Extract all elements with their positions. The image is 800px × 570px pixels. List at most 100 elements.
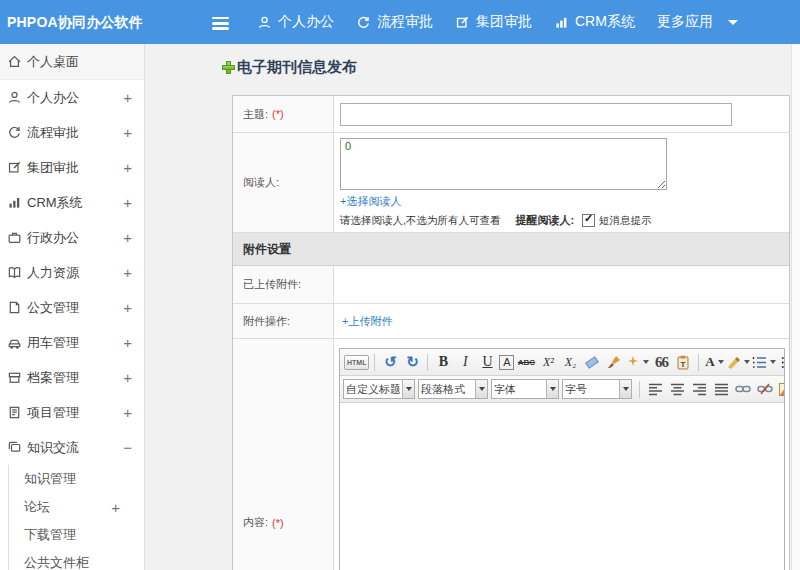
sidebar-subitem-knowledge-mgmt[interactable]: 知识管理 <box>9 465 144 493</box>
readers-textarea[interactable]: 0 <box>340 138 667 190</box>
sidebar: 个人桌面 个人办公 + 流程审批 + 集团审批 + CRM系统 + 行政办公 +… <box>0 44 145 570</box>
content-row: 内容: (*) HTML ↺ ↻ B I U A <box>233 339 789 570</box>
subject-label: 主题: <box>243 107 268 122</box>
uploaded-attachments-value <box>334 266 789 303</box>
book-icon <box>7 265 22 280</box>
nav-crm-system[interactable]: CRM系统 <box>543 0 646 44</box>
sidebar-item-project-mgmt[interactable]: 项目管理 + <box>0 395 144 430</box>
expand-plus-icon[interactable]: + <box>123 334 132 351</box>
collapse-minus-icon[interactable]: − <box>123 439 132 456</box>
italic-button[interactable]: I <box>455 351 475 373</box>
highlight-pen-icon[interactable] <box>726 351 750 373</box>
top-nav: 个人办公 流程审批 集团审批 CRM系统 更多应用 <box>246 0 749 44</box>
image-icon[interactable] <box>777 378 784 400</box>
content-label: 内容: <box>243 515 268 530</box>
bold-button[interactable]: B <box>433 351 453 373</box>
font-style-button[interactable]: A <box>499 355 514 370</box>
subscript-button[interactable]: X₂ <box>560 351 580 373</box>
page-title: 电子期刊信息发布 <box>222 58 357 77</box>
link-icon[interactable] <box>733 378 753 400</box>
sidebar-item-desktop[interactable]: 个人桌面 <box>0 44 144 80</box>
align-center-icon[interactable] <box>667 378 687 400</box>
sidebar-item-hr[interactable]: 人力资源 + <box>0 255 144 290</box>
font-color-button[interactable]: A <box>704 351 724 373</box>
attachment-ops-row: 附件操作: +上传附件 <box>233 304 789 339</box>
nav-workflow-approval[interactable]: 流程审批 <box>345 0 444 44</box>
sidebar-item-archive-mgmt[interactable]: 档案管理 + <box>0 360 144 395</box>
publish-form: 主题: (*) 阅读人: 0 +选择阅读人 请选择阅读人,不选为所有人可查看 提… <box>232 95 790 570</box>
sidebar-item-personal-office[interactable]: 个人办公 + <box>0 80 144 115</box>
font-family-select[interactable]: 字体 <box>491 379 559 399</box>
expand-plus-icon[interactable]: + <box>123 194 132 211</box>
sidebar-item-knowledge-exchange[interactable]: 知识交流 − <box>0 430 144 465</box>
unlink-icon[interactable] <box>755 378 775 400</box>
eraser-icon[interactable] <box>582 351 602 373</box>
check-icon: ✓ <box>584 212 593 225</box>
sidebar-item-vehicle-mgmt[interactable]: 用车管理 + <box>0 325 144 360</box>
select-readers-link[interactable]: +选择阅读人 <box>340 194 789 209</box>
autotypeset-icon[interactable] <box>626 351 649 373</box>
expand-plus-icon[interactable]: + <box>111 499 120 516</box>
expand-plus-icon[interactable]: + <box>123 369 132 386</box>
custom-title-select[interactable]: 自定义标题 <box>343 379 415 399</box>
superscript-button[interactable]: X² <box>538 351 558 373</box>
main-content: 电子期刊信息发布 主题: (*) 阅读人: 0 +选择阅读人 请选择阅读人,不选… <box>146 44 800 570</box>
editor-toolbar-row1: HTML ↺ ↻ B I U A ABC X² X₂ <box>340 349 784 376</box>
subject-input[interactable] <box>340 103 732 126</box>
clipboard-icon <box>7 405 22 420</box>
ordered-list-icon[interactable] <box>752 351 776 373</box>
expand-plus-icon[interactable]: + <box>123 264 132 281</box>
sidebar-item-crm[interactable]: CRM系统 + <box>0 185 144 220</box>
expand-plus-icon[interactable]: + <box>123 404 132 421</box>
editor-content-area[interactable] <box>340 403 784 570</box>
paste-text-icon[interactable]: T <box>673 351 693 373</box>
car-icon <box>7 335 22 350</box>
nav-personal-office[interactable]: 个人办公 <box>246 0 345 44</box>
upload-attachment-link[interactable]: +上传附件 <box>342 314 392 329</box>
expand-plus-icon[interactable]: + <box>123 124 132 141</box>
align-justify-icon[interactable] <box>711 378 731 400</box>
attachment-section-header: 附件设置 <box>233 233 789 266</box>
underline-button[interactable]: U <box>477 351 497 373</box>
sms-checkbox[interactable]: ✓ <box>582 214 595 227</box>
expand-plus-icon[interactable]: + <box>123 229 132 246</box>
briefcase-icon <box>7 230 22 245</box>
nav-more-apps[interactable]: 更多应用 <box>646 0 749 44</box>
subject-row: 主题: (*) <box>233 96 789 133</box>
expand-plus-icon[interactable]: + <box>123 299 132 316</box>
font-size-select[interactable]: 字号 <box>562 379 632 399</box>
unordered-list-icon[interactable] <box>778 351 784 373</box>
chat-icon <box>7 440 22 455</box>
hamburger-menu-icon[interactable] <box>212 17 229 33</box>
sidebar-item-document-mgmt[interactable]: 公文管理 + <box>0 290 144 325</box>
sidebar-subitem-forum[interactable]: 论坛 + <box>9 493 144 521</box>
expand-plus-icon[interactable]: + <box>123 89 132 106</box>
attach-ops-label: 附件操作: <box>243 314 290 329</box>
readers-label: 阅读人: <box>243 175 279 190</box>
edit-icon <box>455 15 470 30</box>
edit-icon <box>7 160 22 175</box>
strikethrough-button[interactable]: ABC <box>516 351 536 373</box>
sms-label: 短消息提示 <box>599 214 652 228</box>
caret-down-icon <box>728 20 738 25</box>
chart-icon <box>554 15 569 30</box>
align-right-icon[interactable] <box>689 378 709 400</box>
sidebar-subitem-download-mgmt[interactable]: 下载管理 <box>9 521 144 549</box>
green-plus-icon <box>222 61 235 74</box>
blockquote-button[interactable]: 66 <box>651 351 671 373</box>
sidebar-item-group-approval[interactable]: 集团审批 + <box>0 150 144 185</box>
archive-icon <box>7 370 22 385</box>
expand-plus-icon[interactable]: + <box>123 159 132 176</box>
sidebar-subitem-public-cabinet[interactable]: 公共文件柜 <box>9 549 144 570</box>
redo-icon[interactable]: ↻ <box>402 351 422 373</box>
paragraph-format-select[interactable]: 段落格式 <box>418 379 488 399</box>
sidebar-item-workflow-approval[interactable]: 流程审批 + <box>0 115 144 150</box>
app-logo: PHPOA协同办公软件 <box>7 0 143 44</box>
align-left-icon[interactable] <box>645 378 665 400</box>
undo-icon[interactable]: ↺ <box>380 351 400 373</box>
format-brush-icon[interactable] <box>604 351 624 373</box>
html-source-button[interactable]: HTML <box>344 355 369 370</box>
nav-group-approval[interactable]: 集团审批 <box>444 0 543 44</box>
sidebar-item-admin-office[interactable]: 行政办公 + <box>0 220 144 255</box>
page-scrollbar[interactable] <box>791 44 800 570</box>
